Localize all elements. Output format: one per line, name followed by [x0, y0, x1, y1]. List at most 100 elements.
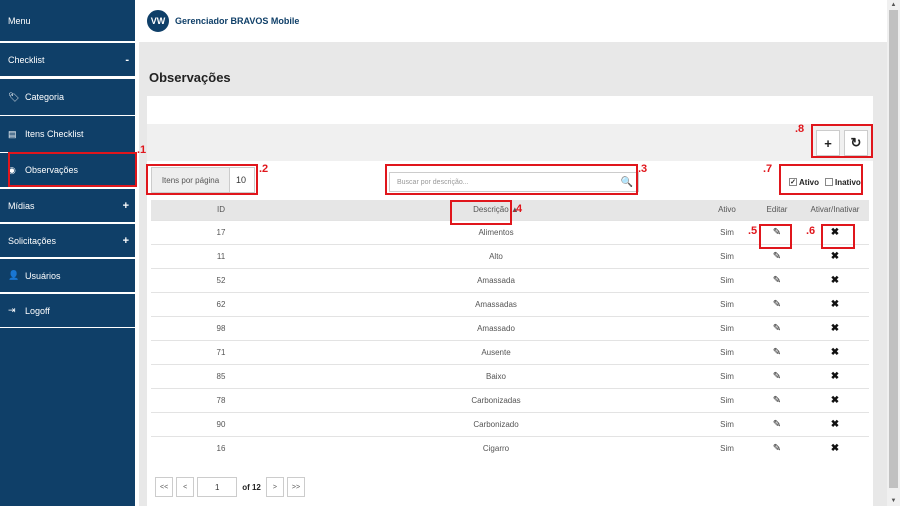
collapse-icon[interactable]: - — [125, 54, 129, 66]
sidebar-item-logoff[interactable]: ⇥ Logoff — [0, 294, 135, 327]
edit-button[interactable]: ✎ — [753, 292, 801, 316]
toggle-active-button[interactable]: ✖ — [801, 268, 869, 292]
annotation-label-8: .8 — [795, 123, 805, 135]
sidebar-item-label: Usuários — [25, 270, 61, 281]
cell-ativo: Sim — [720, 227, 734, 237]
cell-descricao: Amassada — [477, 275, 515, 285]
col-header-editar: Editar — [766, 205, 788, 215]
toolbar-strip — [147, 124, 873, 161]
toggle-active-button[interactable]: ✖ — [801, 436, 869, 460]
cell-id: 11 — [216, 251, 226, 261]
edit-button[interactable]: ✎ — [753, 364, 801, 388]
close-icon: ✖ — [830, 442, 840, 454]
edit-button[interactable]: ✎ — [753, 316, 801, 340]
menu-label: Menu — [8, 15, 31, 26]
prev-page-button[interactable]: < — [176, 477, 195, 497]
pencil-icon: ✎ — [772, 322, 782, 334]
edit-button[interactable]: ✎ — [753, 388, 801, 412]
cell-descricao: Cigarro — [482, 443, 510, 453]
edit-button[interactable]: ✎ — [753, 412, 801, 436]
close-icon: ✖ — [830, 298, 840, 310]
annotation-box-5 — [759, 224, 792, 249]
cell-ativo: Sim — [720, 323, 734, 333]
pencil-icon: ✎ — [772, 394, 782, 406]
table-row: 71 Ausente Sim ✎ ✖ — [151, 340, 869, 364]
cell-ativo: Sim — [720, 251, 734, 261]
scroll-up-icon[interactable]: ▲ — [887, 0, 900, 10]
cell-id: 62 — [216, 299, 226, 309]
app-header: VW Gerenciador BRAVOS Mobile — [139, 0, 887, 42]
cell-id: 90 — [216, 419, 226, 429]
expand-icon[interactable]: + — [123, 235, 129, 247]
table-row: 52 Amassada Sim ✎ ✖ — [151, 268, 869, 292]
sidebar-item-usuarios[interactable]: 👤 Usuários — [0, 259, 135, 292]
next-page-button[interactable]: > — [265, 477, 284, 497]
first-page-button[interactable]: << — [155, 477, 174, 497]
scroll-thumb[interactable] — [889, 10, 898, 488]
logout-icon: ⇥ — [8, 305, 16, 315]
cell-descricao: Amassado — [477, 323, 515, 333]
cell-id: 52 — [216, 275, 226, 285]
cell-descricao: Amassadas — [475, 299, 517, 309]
user-icon: 👤 — [8, 270, 20, 280]
sidebar-item-label: Solicitações — [8, 235, 57, 246]
sidebar-menu-header: Menu — [0, 0, 135, 41]
tag-icon: 🏷 — [8, 91, 20, 102]
edit-button[interactable]: ✎ — [753, 436, 801, 460]
toggle-active-button[interactable]: ✖ — [801, 340, 869, 364]
last-page-button[interactable]: >> — [286, 477, 306, 497]
vw-logo-icon: VW — [147, 10, 169, 32]
toggle-active-button[interactable]: ✖ — [801, 388, 869, 412]
pencil-icon: ✎ — [772, 298, 782, 310]
sidebar-item-label: Checklist — [8, 54, 45, 65]
sidebar-item-categoria[interactable]: 🏷 Categoria — [0, 79, 135, 115]
scroll-down-icon[interactable]: ▼ — [887, 496, 900, 506]
pagination: << < 1 of 12 > >> — [155, 477, 306, 497]
cell-ativo: Sim — [720, 299, 734, 309]
close-icon: ✖ — [830, 322, 840, 334]
sidebar-fill — [0, 328, 135, 506]
annotation-label-4: .4 — [513, 203, 523, 215]
toggle-active-button[interactable]: ✖ — [801, 412, 869, 436]
toggle-active-button[interactable]: ✖ — [801, 316, 869, 340]
sidebar-item-solicitacoes[interactable]: Solicitações + — [0, 224, 135, 257]
pencil-icon: ✎ — [772, 418, 782, 430]
pencil-icon: ✎ — [772, 250, 782, 262]
table-row: 98 Amassado Sim ✎ ✖ — [151, 316, 869, 340]
expand-icon[interactable]: + — [123, 200, 129, 212]
cell-id: 85 — [216, 371, 226, 381]
annotation-label-5: .5 — [748, 225, 758, 237]
sidebar-item-midias[interactable]: Mídias + — [0, 189, 135, 222]
table-row: 62 Amassadas Sim ✎ ✖ — [151, 292, 869, 316]
toggle-active-button[interactable]: ✖ — [801, 364, 869, 388]
scrollbar[interactable]: ▲ ▼ — [887, 0, 900, 506]
cell-id: 98 — [216, 323, 226, 333]
cell-ativo: Sim — [720, 419, 734, 429]
cell-ativo: Sim — [720, 347, 734, 357]
content-panel: Itens por página 10 Buscar por descrição… — [147, 96, 873, 506]
cell-id: 16 — [216, 443, 226, 453]
annotation-box-2 — [146, 164, 258, 195]
annotation-label-2: .2 — [259, 163, 269, 175]
table-row: 85 Baixo Sim ✎ ✖ — [151, 364, 869, 388]
annotation-box-8 — [811, 124, 873, 158]
page-number-input[interactable]: 1 — [197, 477, 238, 497]
edit-button[interactable]: ✎ — [753, 268, 801, 292]
pencil-icon: ✎ — [772, 274, 782, 286]
pencil-icon: ✎ — [772, 370, 782, 382]
close-icon: ✖ — [830, 370, 840, 382]
col-header-ativar-inativar: Ativar/Inativar — [810, 205, 860, 215]
sidebar-item-checklist[interactable]: Checklist - — [0, 43, 135, 76]
col-header-id[interactable]: ID — [151, 200, 291, 220]
col-header-ativo: Ativo — [718, 205, 736, 215]
sidebar-item-itens-checklist[interactable]: ▤ Itens Checklist — [0, 116, 135, 152]
toggle-active-button[interactable]: ✖ — [801, 292, 869, 316]
annotation-box-6 — [821, 224, 855, 249]
edit-button[interactable]: ✎ — [753, 340, 801, 364]
sidebar-item-label: Categoria — [25, 92, 65, 102]
annotation-box-1 — [8, 152, 137, 187]
close-icon: ✖ — [830, 250, 840, 262]
cell-ativo: Sim — [720, 275, 734, 285]
cell-id: 71 — [216, 347, 226, 357]
close-icon: ✖ — [830, 274, 840, 286]
